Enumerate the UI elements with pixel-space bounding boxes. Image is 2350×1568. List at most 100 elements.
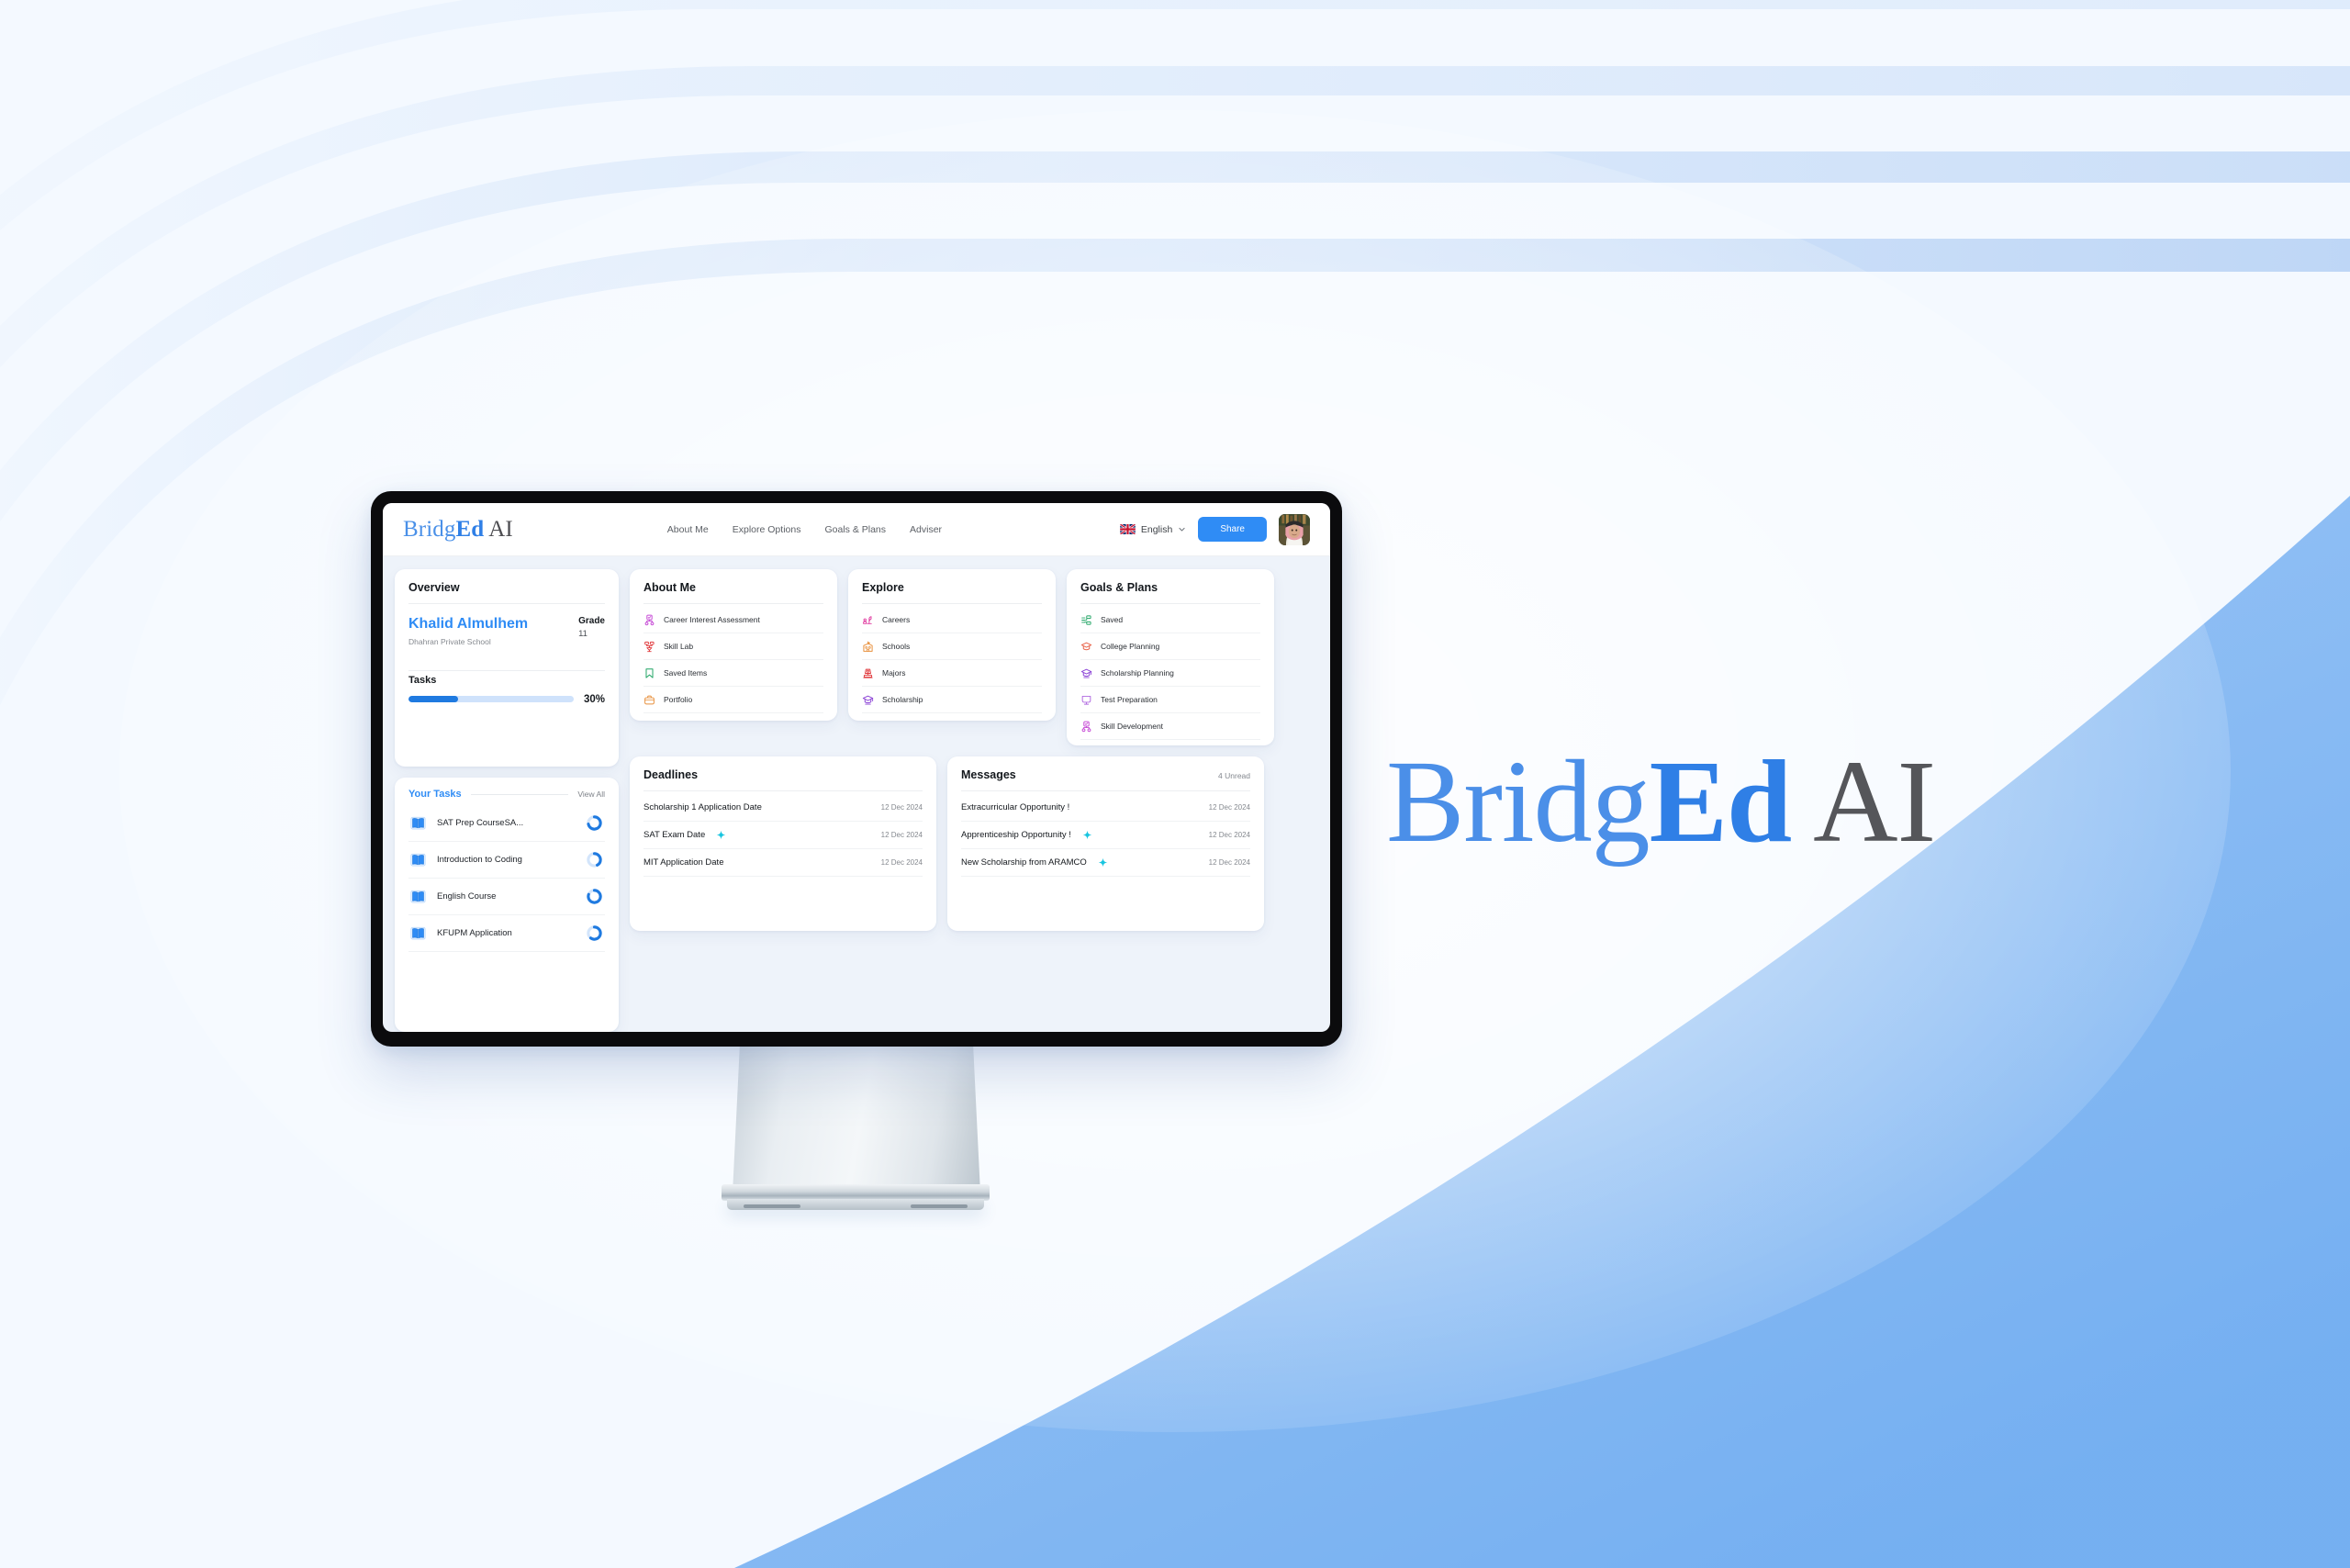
message-row[interactable]: Apprenticeship Opportunity ! 12 Dec 2024 [961,822,1250,849]
deadline-row[interactable]: Scholarship 1 Application Date 12 Dec 202… [643,794,923,822]
list-item[interactable]: Portfolio [643,687,823,713]
list-item[interactable]: Skill Lab [643,633,823,660]
monitor-bezel: BridgEd AI About Me Explore Options Goal… [371,491,1342,1047]
view-all-link[interactable]: View All [577,790,605,799]
list-item[interactable]: Career Interest Assessment [643,607,823,633]
deadline-row[interactable]: SAT Exam Date 12 Dec 2024 [643,822,923,849]
list-item[interactable]: Schools [862,633,1042,660]
language-label: English [1140,523,1173,535]
school-building-icon [863,641,873,652]
brand-logo[interactable]: BridgEd AI [403,517,513,543]
deadlines-title: Deadlines [643,768,699,781]
list-item[interactable]: College Planning [1080,633,1260,660]
logo-ai: AI [484,516,513,542]
list-item-label: Careers [882,615,911,624]
screen: BridgEd AI About Me Explore Options Goal… [383,503,1330,1032]
list-item[interactable]: Saved [1080,607,1260,633]
list-item[interactable]: Saved Items [643,660,823,687]
about-me-list: Career Interest Assessment Skill Lab Saved… [643,607,823,713]
list-item-label: Scholarship [882,695,923,704]
student-school: Dhahran Private School [408,636,491,646]
careers-icon [863,615,872,624]
avatar[interactable] [1279,513,1310,545]
message-row[interactable]: Extracurricular Opportunity ! 12 Dec 2024 [961,794,1250,822]
nav-item-adviser[interactable]: Adviser [910,524,942,535]
list-item-label: Schools [882,642,911,651]
grade-value: 11 [578,629,588,639]
explore-title: Explore [862,581,904,594]
nav-item-explore-options[interactable]: Explore Options [733,524,801,535]
list-item-label: College Planning [1101,642,1160,651]
deadline-row[interactable]: MIT Application Date 12 Dec 2024 [643,849,923,877]
nav-item-about-me[interactable]: About Me [667,524,709,535]
about-me-title: About Me [643,581,696,594]
student-name: Khalid Almulhem [408,616,529,632]
list-item[interactable]: Majors [862,660,1042,687]
task-row[interactable]: KFUPM Application [408,915,605,952]
message-row-label: New Scholarship from ARAMCO [961,857,1087,868]
deadline-row-date: 12 Dec 2024 [880,858,923,867]
app-header: BridgEd AI About Me Explore Options Goal… [383,503,1330,556]
unread-count: 4 Unread [1218,771,1250,780]
list-item-label: Skill Development [1101,722,1164,731]
deadline-row-date: 12 Dec 2024 [880,803,923,812]
task-label: English Course [437,891,497,902]
list-item[interactable]: Scholarship [862,687,1042,713]
goals-plans-card: Goals & Plans Saved College Planning Schol… [1067,569,1274,745]
bookmark-icon [645,667,654,678]
about-me-card: About Me Career Interest Assessment Skill… [630,569,837,721]
list-item-label: Skill Lab [664,642,694,651]
majors-icon [863,668,873,678]
book-icon [410,816,426,830]
college-cap-icon [1080,642,1092,650]
list-item[interactable]: Scholarship Planning [1080,660,1260,687]
progress-ring [587,889,602,904]
student-summary: Khalid Almulhem Dhahran Private School G… [408,616,605,646]
monitor-stand-neck [733,1042,980,1193]
message-row[interactable]: New Scholarship from ARAMCO 12 Dec 2024 [961,849,1250,877]
sparkle-icon [1098,857,1108,868]
explore-list: Careers Schools Majors Scholarship [862,607,1042,713]
goals-plans-title: Goals & Plans [1080,581,1158,594]
task-label: Introduction to Coding [437,855,522,865]
message-row-date: 12 Dec 2024 [1208,831,1250,839]
list-item-label: Test Preparation [1101,695,1158,704]
task-row[interactable]: Introduction to Coding [408,842,605,879]
list-item[interactable]: Careers [862,607,1042,633]
avatar-image [1279,513,1310,545]
graduation-cap-icon [862,695,874,705]
logo-ed: Ed [455,516,485,542]
task-label: KFUPM Application [437,928,512,938]
overview-title: Overview [408,581,460,594]
sparkle-icon [1082,830,1092,840]
language-selector[interactable]: English [1119,523,1186,535]
list-item[interactable]: Skill Development [1080,713,1260,740]
task-row[interactable]: English Course [408,879,605,915]
wordmark-ai: AI [1791,736,1936,867]
deadlines-list: Scholarship 1 Application Date 12 Dec 202… [643,794,923,877]
your-tasks-label: Your Tasks [408,789,462,800]
list-item-label: Saved [1101,615,1124,624]
messages-title: Messages [961,768,1016,781]
book-icon [410,926,426,940]
graduation-cap-icon [1080,668,1092,678]
list-item[interactable]: Test Preparation [1080,687,1260,713]
your-tasks-header: Your Tasks View All [408,789,605,800]
list-item-label: Portfolio [664,695,693,704]
share-button[interactable]: Share [1198,517,1267,542]
briefcase-icon [644,695,655,704]
progress-fill [408,696,458,703]
task-row[interactable]: SAT Prep CourseSA... [408,805,605,842]
nav-item-goals-plans[interactable]: Goals & Plans [824,524,886,535]
deadline-row-label: MIT Application Date [643,857,724,868]
your-tasks-card: Your Tasks View All SAT Prep CourseSA...… [395,778,619,1032]
monitor-icon [1081,695,1091,705]
brand-wordmark-large: BridgEd AI [1386,734,1936,869]
message-row-label: Extracurricular Opportunity ! [961,802,1070,812]
messages-card: Messages 4 Unread Extracurricular Opport… [947,756,1264,931]
tasks-label: Tasks [408,674,437,686]
overview-column: Overview Khalid Almulhem Dhahran Private… [395,569,619,1032]
goals-plans-list: Saved College Planning Scholarship Plannin… [1080,607,1260,740]
deadline-row-label: SAT Exam Date [643,830,706,840]
deadlines-card: Deadlines Scholarship 1 Application Date… [630,756,936,931]
